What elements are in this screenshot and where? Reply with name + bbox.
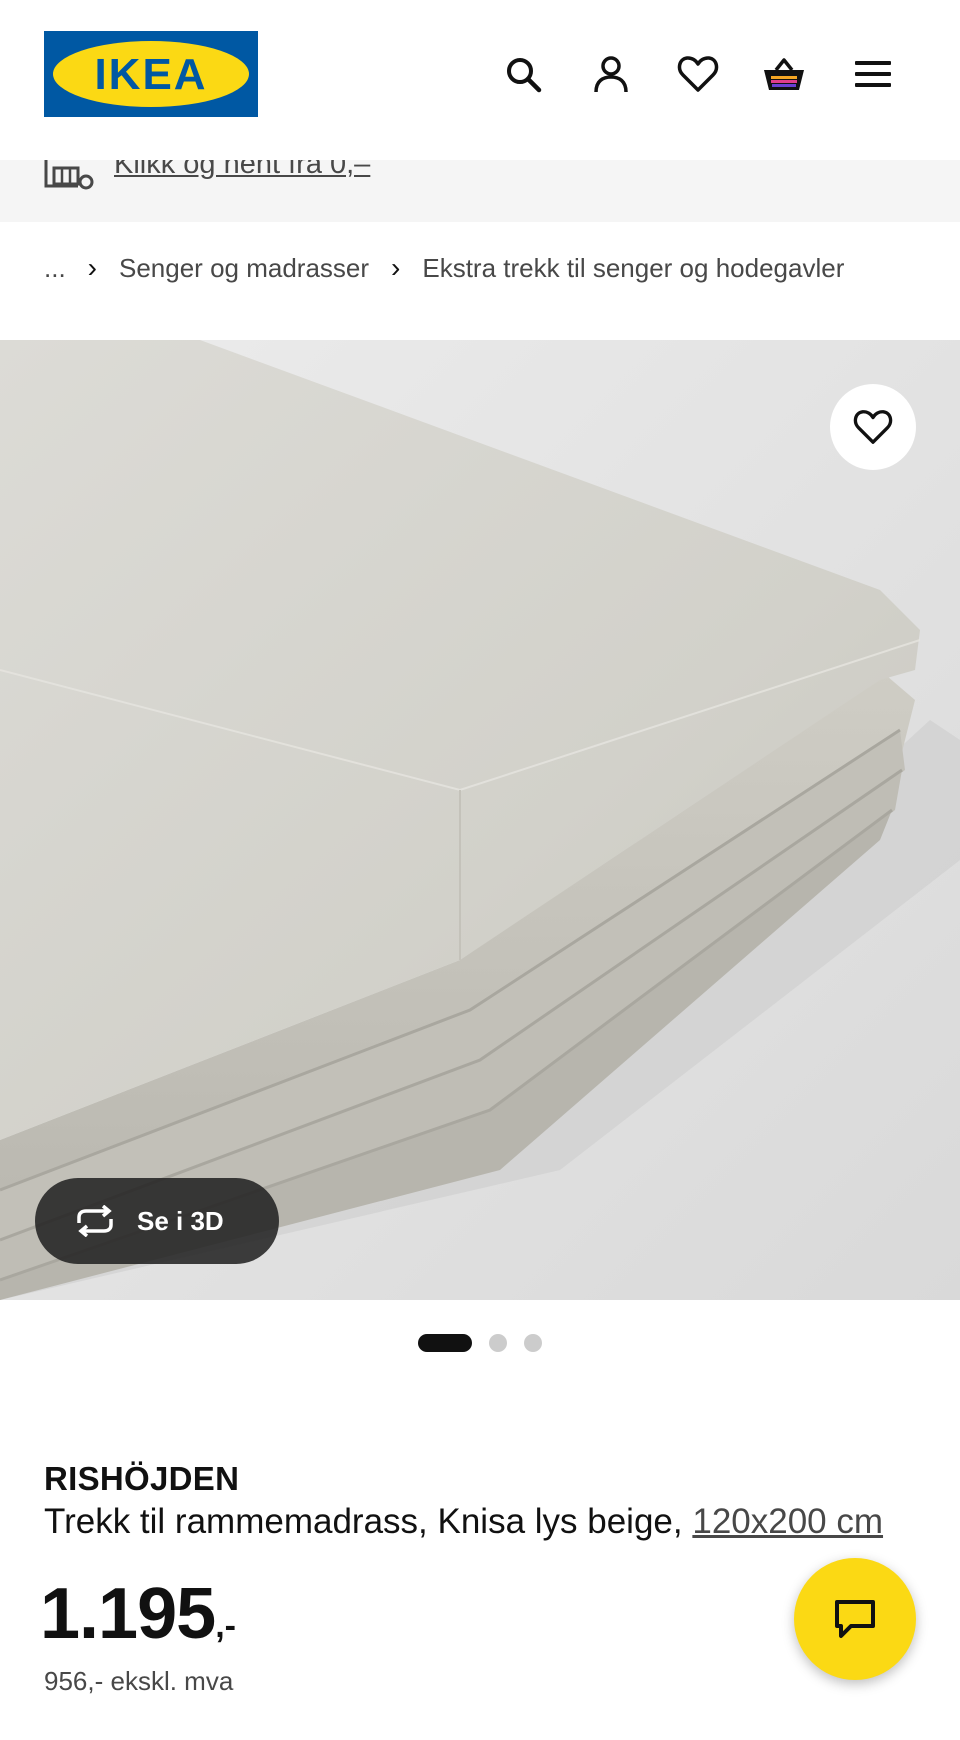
- product-image[interactable]: [0, 340, 960, 1300]
- product-description-text: Trekk til rammemadrass, Knisa lys beige,: [44, 1502, 683, 1541]
- ikea-logo[interactable]: IKEA: [44, 31, 258, 117]
- logo-text: IKEA: [94, 50, 207, 99]
- heart-icon[interactable]: [672, 48, 724, 100]
- size-link[interactable]: 120x200 cm: [692, 1502, 883, 1541]
- price-excl-vat: 956,- ekskl. mva: [44, 1666, 234, 1696]
- chat-button[interactable]: [794, 1558, 916, 1680]
- carousel-dot-active[interactable]: [418, 1334, 472, 1352]
- breadcrumb-separator: ›: [87, 252, 97, 283]
- carousel-dot[interactable]: [524, 1334, 542, 1352]
- search-icon[interactable]: [497, 48, 549, 100]
- heart-icon: [853, 410, 893, 444]
- rotate-3d-icon: [77, 1205, 113, 1237]
- click-collect-link[interactable]: Klikk og hent fra 0,–: [114, 160, 370, 181]
- product-description: Trekk til rammemadrass, Knisa lys beige,…: [44, 1502, 883, 1542]
- save-favorite-button[interactable]: [830, 384, 916, 470]
- view-3d-button[interactable]: Se i 3D: [35, 1178, 279, 1264]
- view-3d-label: Se i 3D: [137, 1205, 224, 1236]
- price-integer: 1.195: [40, 1574, 216, 1654]
- carousel-indicators: [418, 1334, 559, 1352]
- basket-icon[interactable]: [758, 48, 810, 100]
- breadcrumb-separator: ›: [391, 252, 401, 283]
- site-header: IKEA: [0, 0, 960, 160]
- chat-icon: [835, 1600, 875, 1638]
- user-icon[interactable]: [585, 48, 637, 100]
- breadcrumb-ellipsis[interactable]: ...: [44, 253, 66, 284]
- breadcrumb-item[interactable]: Senger og madrasser: [119, 253, 369, 284]
- click-collect-banner: Klikk og hent fra 0,–: [0, 160, 960, 222]
- product-price: 1.195 ,-: [40, 1574, 236, 1654]
- menu-icon[interactable]: [847, 48, 899, 100]
- carousel-dot[interactable]: [489, 1334, 507, 1352]
- price-suffix: ,-: [215, 1607, 236, 1645]
- product-name: RISHÖJDEN: [44, 1460, 240, 1497]
- truck-store-icon: [44, 160, 94, 190]
- breadcrumb-item[interactable]: Ekstra trekk til senger og hodegavler: [422, 253, 844, 284]
- breadcrumb: ... › Senger og madrasser › Ekstra trekk…: [44, 250, 844, 286]
